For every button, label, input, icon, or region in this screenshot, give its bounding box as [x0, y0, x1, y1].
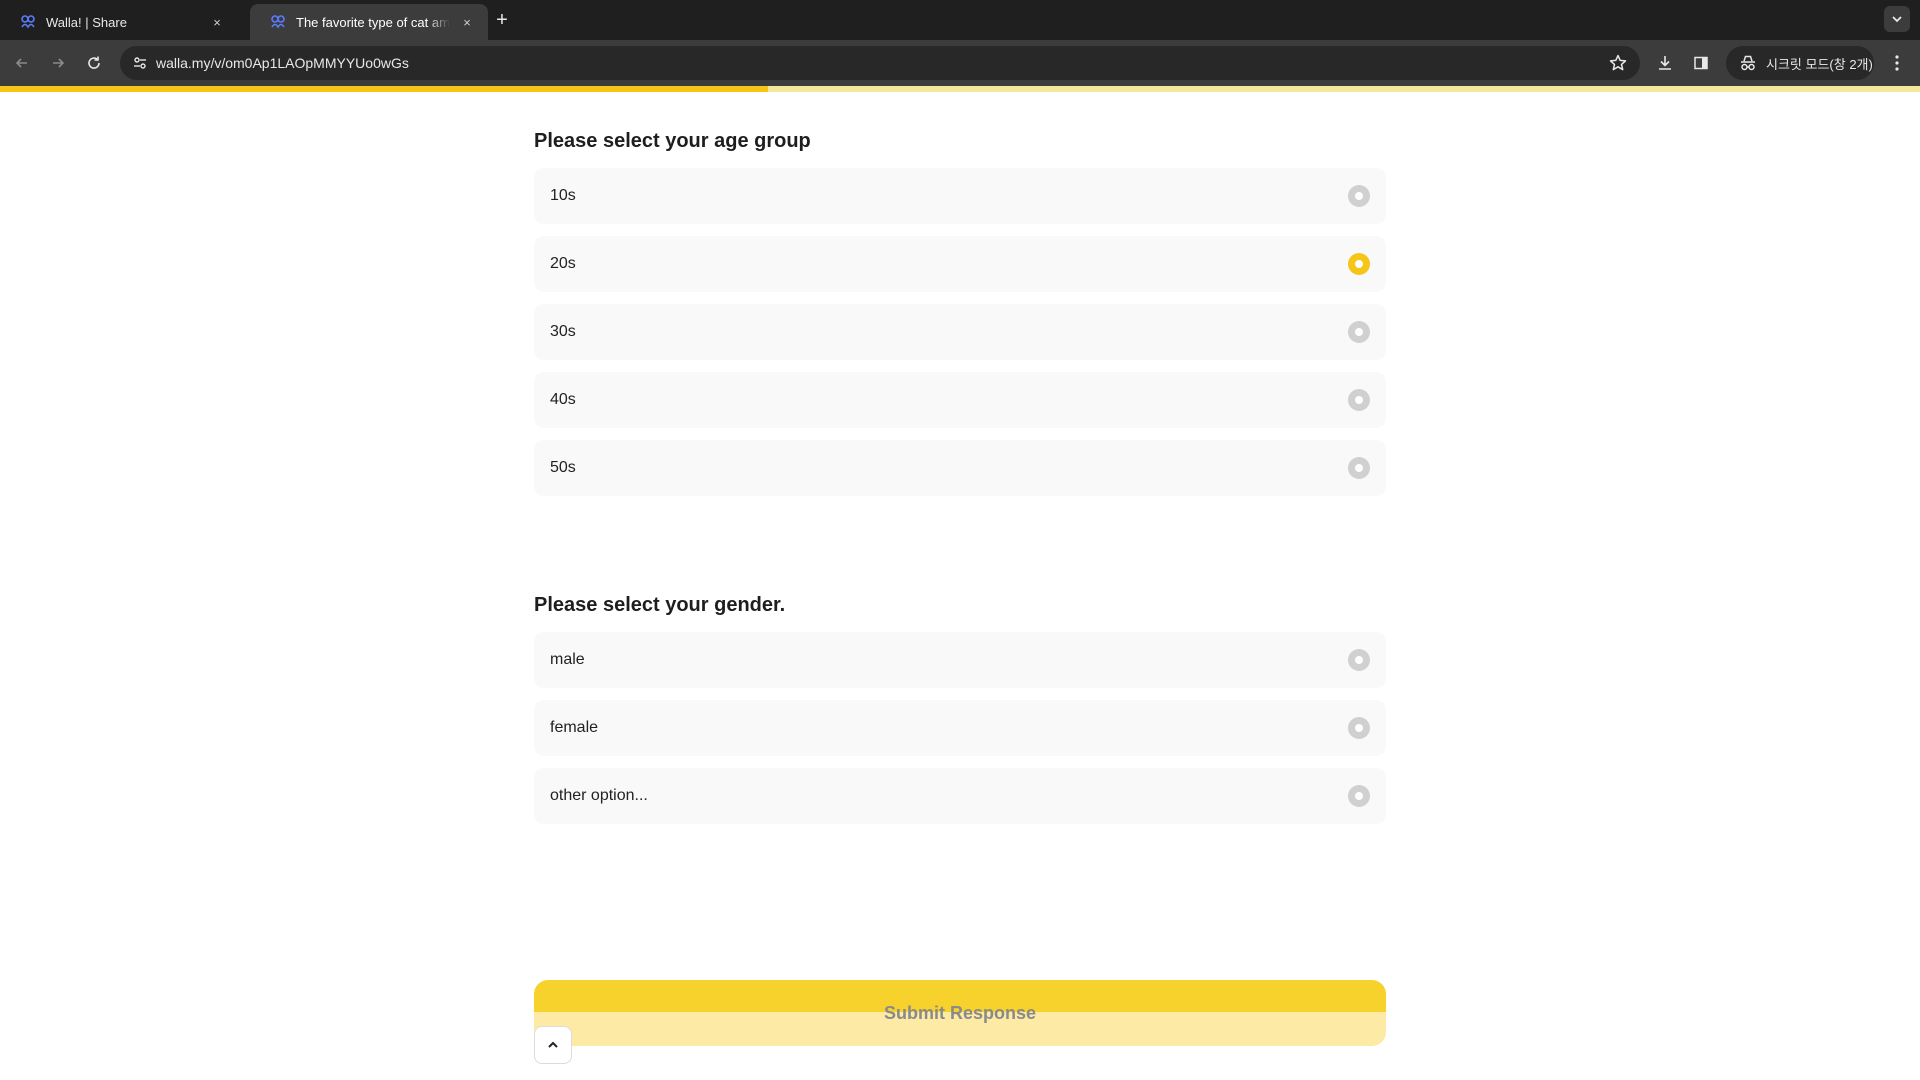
- radio-button[interactable]: [1348, 717, 1370, 739]
- incognito-icon: [1741, 55, 1755, 71]
- radio-button[interactable]: [1348, 389, 1370, 411]
- radio-dot: [1355, 792, 1363, 800]
- chevron-up-icon: [548, 1041, 558, 1048]
- submit-button[interactable]: Submit Response: [534, 980, 1386, 1046]
- radio-dot: [1355, 328, 1363, 336]
- radio-dot: [1355, 464, 1363, 472]
- option-50s[interactable]: 50s: [534, 440, 1386, 496]
- arrow-right-icon: [53, 58, 65, 68]
- address-bar[interactable]: walla.my/v/om0Ap1LAOpMMYYUo0wGs: [120, 46, 1640, 80]
- scroll-to-top-button[interactable]: [534, 1026, 572, 1064]
- option-label: 20s: [550, 255, 576, 272]
- incognito-label: 시크릿 모드(창 2개): [1766, 56, 1873, 72]
- tab-walla-share[interactable]: Walla! | Share ×: [0, 4, 238, 40]
- progress-fill: [0, 86, 768, 92]
- question-title: Please select your age group: [534, 130, 811, 152]
- question-title: Please select your gender.: [534, 594, 786, 616]
- option-30s[interactable]: 30s: [534, 304, 1386, 360]
- radio-button[interactable]: [1348, 253, 1370, 275]
- side-panel-button[interactable]: [1690, 52, 1712, 74]
- arrow-left-icon: [15, 58, 27, 68]
- tab-title: The favorite type of cat among: [296, 14, 450, 30]
- radio-dot: [1355, 656, 1363, 664]
- url-text: walla.my/v/om0Ap1LAOpMMYYUo0wGs: [156, 55, 409, 71]
- star-icon[interactable]: [1608, 53, 1628, 73]
- radio-button[interactable]: [1348, 785, 1370, 807]
- option-label: other option...: [550, 787, 648, 804]
- option-label: 30s: [550, 323, 576, 340]
- radio-dot: [1355, 260, 1363, 268]
- tab-cat-survey[interactable]: The favorite type of cat among ×: [250, 4, 488, 40]
- question-gender: Please select your gender. male female o…: [534, 590, 1386, 824]
- option-10s[interactable]: 10s: [534, 168, 1386, 224]
- tab-search-button[interactable]: [1884, 6, 1910, 32]
- new-tab-button[interactable]: +: [490, 8, 514, 32]
- radio-dot: [1355, 724, 1363, 732]
- walla-logo-icon: [21, 15, 35, 29]
- option-40s[interactable]: 40s: [534, 372, 1386, 428]
- download-icon: [1659, 56, 1671, 70]
- tab-strip: Walla! | Share × The favorite type of ca…: [0, 0, 1920, 40]
- back-button[interactable]: [10, 51, 34, 75]
- option-label: 50s: [550, 459, 576, 476]
- download-button[interactable]: [1654, 52, 1676, 74]
- tab-close-button[interactable]: ×: [208, 13, 226, 31]
- side-panel-icon: [1694, 56, 1708, 70]
- option-label: 40s: [550, 391, 576, 408]
- browser-toolbar: walla.my/v/om0Ap1LAOpMMYYUo0wGs 시크릿 모드(창…: [0, 40, 1920, 86]
- reload-icon: [88, 56, 100, 69]
- radio-dot: [1355, 192, 1363, 200]
- option-20s[interactable]: 20s: [534, 236, 1386, 292]
- chevron-down-icon: [1892, 16, 1902, 23]
- forward-button[interactable]: [46, 51, 70, 75]
- tab-title: Walla! | Share: [46, 14, 127, 30]
- radio-button[interactable]: [1348, 185, 1370, 207]
- option-other[interactable]: other option...: [534, 768, 1386, 824]
- tune-icon: [134, 57, 146, 69]
- option-female[interactable]: female: [534, 700, 1386, 756]
- reload-button[interactable]: [82, 51, 106, 75]
- kebab-menu-icon: [1895, 55, 1899, 71]
- incognito-indicator[interactable]: 시크릿 모드(창 2개): [1726, 46, 1874, 80]
- browser-menu-button[interactable]: [1886, 52, 1908, 74]
- option-label: 10s: [550, 187, 576, 204]
- radio-button[interactable]: [1348, 457, 1370, 479]
- option-male[interactable]: male: [534, 632, 1386, 688]
- radio-button[interactable]: [1348, 321, 1370, 343]
- tab-close-button[interactable]: ×: [458, 13, 476, 31]
- option-label: male: [550, 651, 585, 668]
- radio-dot: [1355, 396, 1363, 404]
- option-label: female: [550, 719, 599, 736]
- site-info-button[interactable]: [128, 51, 152, 75]
- walla-logo-icon: [271, 15, 285, 29]
- question-age-group: Please select your age group 10s 20s 30s…: [534, 126, 1386, 496]
- survey-progress-bar: [0, 86, 1920, 92]
- radio-button[interactable]: [1348, 649, 1370, 671]
